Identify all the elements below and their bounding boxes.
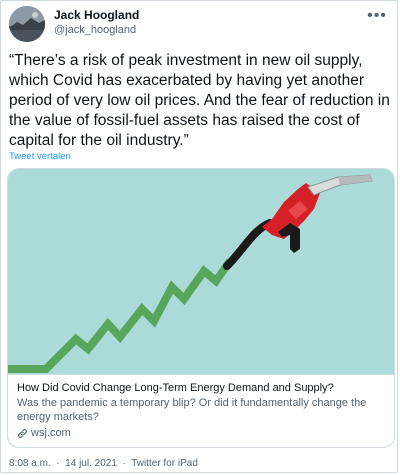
author-handle[interactable]: @jack_hoogland	[54, 23, 139, 38]
tweet-text: “There’s a risk of peak investment in ne…	[9, 52, 390, 149]
tweet-source[interactable]: Twitter for iPad	[131, 458, 198, 469]
card-body: How Did Covid Change Long-Term Energy De…	[17, 381, 387, 440]
tweet-time[interactable]: 8:08 a.m.	[9, 458, 51, 469]
card-divider	[8, 374, 394, 375]
card-domain: wsj.com	[31, 427, 71, 439]
author-display-name[interactable]: Jack Hoogland	[54, 8, 139, 23]
avatar-image	[9, 6, 45, 42]
card-image	[8, 169, 394, 374]
tweet-container: Jack Hoogland @jack_hoogland ••• “There’…	[0, 0, 398, 473]
price-line	[8, 258, 234, 373]
more-icon[interactable]: •••	[365, 6, 389, 26]
link-preview-card[interactable]: How Did Covid Change Long-Term Energy De…	[7, 168, 395, 448]
tweet-date[interactable]: 14 jul. 2021	[65, 458, 117, 469]
translate-tweet-link[interactable]: Tweet vertalen	[9, 151, 71, 162]
avatar[interactable]	[9, 6, 45, 42]
oil-price-illustration	[8, 174, 373, 373]
card-description: Was the pandemic a temporary blip? Or di…	[17, 397, 367, 423]
fuel-nozzle	[262, 174, 373, 253]
tweet-footer: 8:08 a.m. · 14 jul. 2021 · Twitter for i…	[9, 458, 198, 469]
link-icon	[18, 428, 27, 438]
fuel-hose	[223, 219, 274, 270]
card-title[interactable]: How Did Covid Change Long-Term Energy De…	[17, 381, 387, 395]
tweet-header: Jack Hoogland @jack_hoogland •••	[9, 6, 389, 46]
author-names: Jack Hoogland @jack_hoogland	[54, 8, 139, 38]
card-domain-row[interactable]: wsj.com	[17, 426, 387, 440]
